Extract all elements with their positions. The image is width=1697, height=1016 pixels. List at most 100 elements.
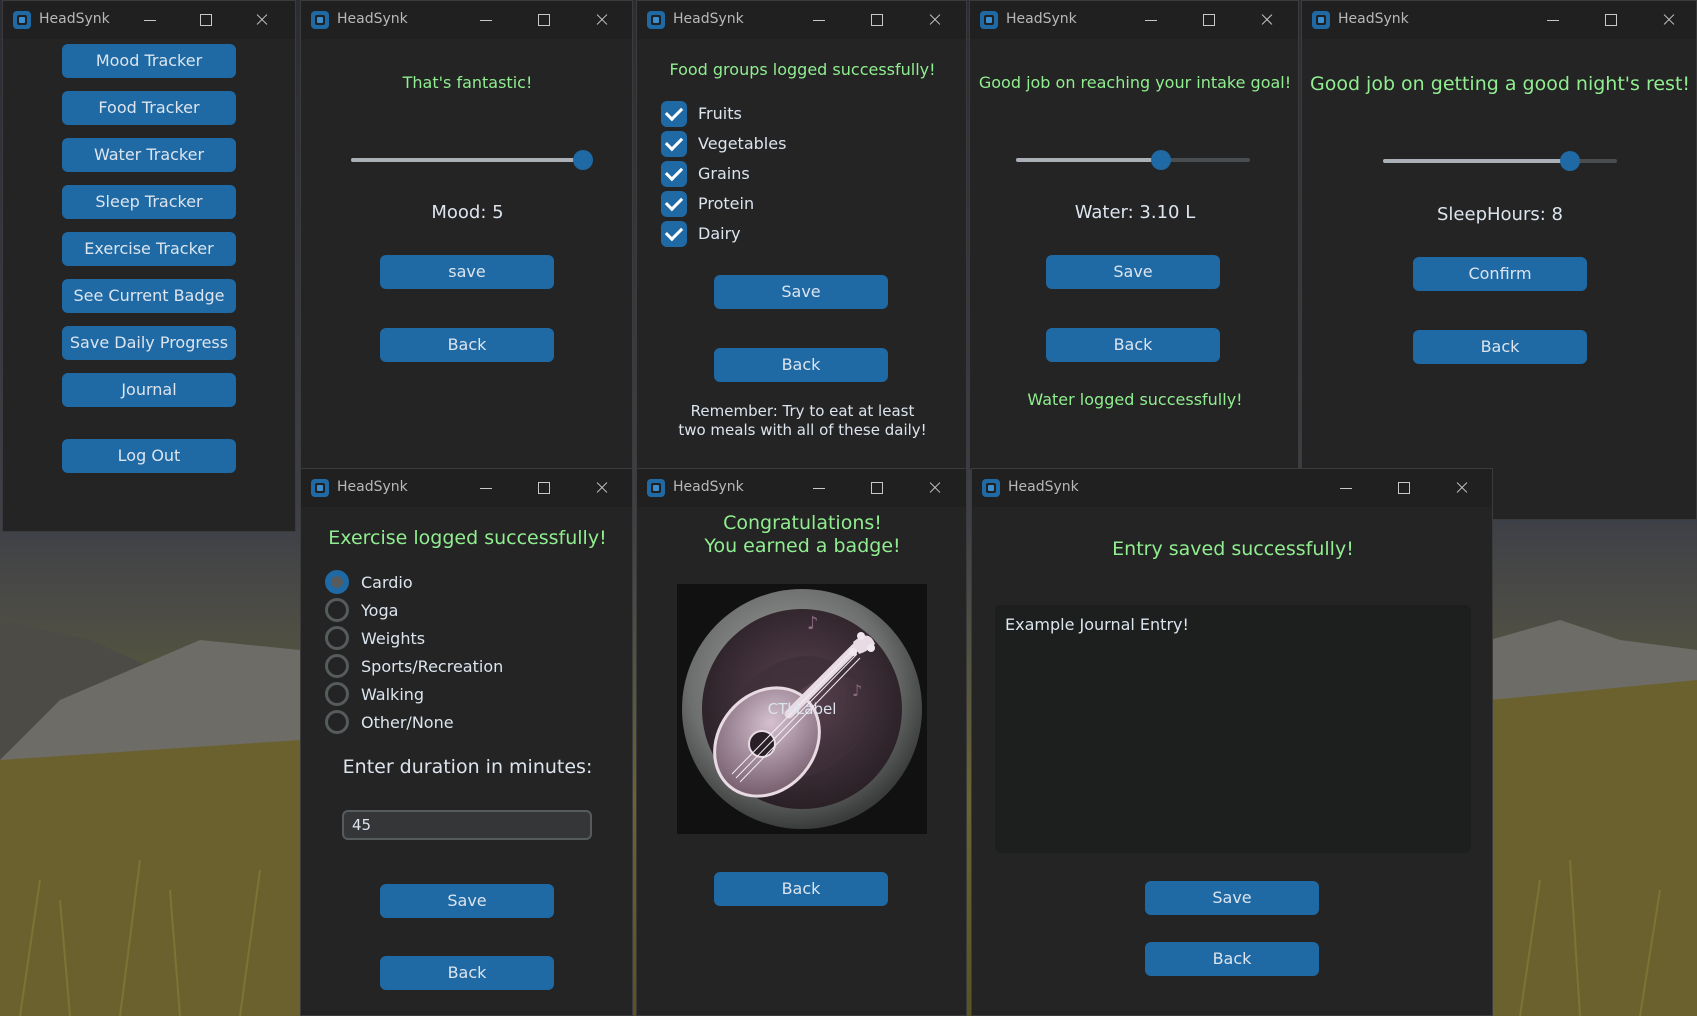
check-icon[interactable] xyxy=(661,161,687,187)
app-icon xyxy=(311,479,329,497)
minimize-icon[interactable] xyxy=(471,7,501,33)
slider-fill xyxy=(351,158,583,162)
minimize-icon[interactable] xyxy=(804,475,834,501)
app-icon xyxy=(647,479,665,497)
close-icon[interactable] xyxy=(247,7,277,33)
badge-message-line2: You earned a badge! xyxy=(704,535,901,557)
maximize-icon[interactable] xyxy=(1596,7,1626,33)
save-button[interactable]: Save xyxy=(380,884,554,918)
duration-label: Enter duration in minutes: xyxy=(342,756,593,778)
maximize-icon[interactable] xyxy=(1194,7,1224,33)
back-button[interactable]: Back xyxy=(1145,942,1319,976)
log-out-button[interactable]: Log Out xyxy=(62,439,236,473)
water-tracker-button[interactable]: Water Tracker xyxy=(62,138,236,172)
duration-input[interactable]: 45 xyxy=(342,810,592,840)
close-icon[interactable] xyxy=(1447,475,1477,501)
radio-icon[interactable] xyxy=(325,654,349,678)
close-icon[interactable] xyxy=(1252,7,1282,33)
badge-image: ♪ ♪ CTkLabel xyxy=(677,584,927,834)
save-button[interactable]: Save xyxy=(1046,255,1220,289)
title-bar[interactable]: HeadSynk xyxy=(972,469,1492,507)
window-title: HeadSynk xyxy=(673,11,744,27)
save-button[interactable]: Save xyxy=(1145,881,1319,915)
food-tracker-button[interactable]: Food Tracker xyxy=(62,91,236,125)
save-button[interactable]: Save xyxy=(714,275,888,309)
title-bar[interactable]: HeadSynk xyxy=(1302,1,1696,39)
radio-selected-icon[interactable] xyxy=(325,570,349,594)
maximize-icon[interactable] xyxy=(529,7,559,33)
title-bar[interactable]: HeadSynk xyxy=(970,1,1298,39)
check-icon[interactable] xyxy=(661,131,687,157)
checkbox-label: Grains xyxy=(698,164,750,183)
badge-caption: CTkLabel xyxy=(767,700,837,718)
window-title: HeadSynk xyxy=(39,11,110,27)
maximize-icon[interactable] xyxy=(191,7,221,33)
minimize-icon[interactable] xyxy=(135,7,165,33)
check-icon[interactable] xyxy=(661,101,687,127)
radio-icon[interactable] xyxy=(325,710,349,734)
exercise-tracker-button[interactable]: Exercise Tracker xyxy=(62,232,236,266)
save-button[interactable]: save xyxy=(380,255,554,289)
slider-knob[interactable] xyxy=(573,150,593,170)
slider-knob[interactable] xyxy=(1560,151,1581,171)
confirm-button[interactable]: Confirm xyxy=(1413,257,1587,291)
check-icon[interactable] xyxy=(661,221,687,247)
back-button[interactable]: Back xyxy=(1046,328,1220,362)
close-icon[interactable] xyxy=(587,475,617,501)
close-icon[interactable] xyxy=(920,7,950,33)
close-icon[interactable] xyxy=(587,7,617,33)
app-icon xyxy=(13,11,31,29)
sleep-slider[interactable] xyxy=(1383,151,1617,171)
water-message: Good job on reaching your intake goal! xyxy=(978,73,1292,92)
see-current-badge-button[interactable]: See Current Badge xyxy=(62,279,236,313)
app-icon xyxy=(311,11,329,29)
minimize-icon[interactable] xyxy=(1538,7,1568,33)
mood-tracker-button[interactable]: Mood Tracker xyxy=(62,44,236,78)
maximize-icon[interactable] xyxy=(1389,475,1419,501)
back-button[interactable]: Back xyxy=(714,872,888,906)
close-icon[interactable] xyxy=(1654,7,1684,33)
radio-icon[interactable] xyxy=(325,626,349,650)
radio-icon[interactable] xyxy=(325,598,349,622)
window-title: HeadSynk xyxy=(337,479,408,495)
badge-message-line1: Congratulations! xyxy=(723,512,882,534)
title-bar[interactable]: HeadSynk xyxy=(301,1,632,39)
checkbox-label: Vegetables xyxy=(698,134,787,153)
title-bar[interactable]: HeadSynk xyxy=(637,469,966,507)
slider-fill xyxy=(1383,159,1571,163)
minimize-icon[interactable] xyxy=(804,7,834,33)
sleep-tracker-button[interactable]: Sleep Tracker xyxy=(62,185,236,219)
title-bar[interactable]: HeadSynk xyxy=(637,1,966,39)
minimize-icon[interactable] xyxy=(1331,475,1361,501)
check-icon[interactable] xyxy=(661,191,687,217)
food-tracker-window: HeadSynk Food groups logged successfully… xyxy=(636,0,967,470)
mood-tracker-window: HeadSynk That's fantastic! Mood: 5 save … xyxy=(300,0,633,470)
mood-slider[interactable] xyxy=(351,150,593,170)
title-bar[interactable]: HeadSynk xyxy=(3,1,295,39)
slider-fill xyxy=(1016,158,1162,162)
close-icon[interactable] xyxy=(920,475,950,501)
window-title: HeadSynk xyxy=(1006,11,1077,27)
journal-button[interactable]: Journal xyxy=(62,373,236,407)
save-daily-progress-button[interactable]: Save Daily Progress xyxy=(62,326,236,360)
maximize-icon[interactable] xyxy=(529,475,559,501)
exercise-tracker-window: HeadSynk Exercise logged successfully! C… xyxy=(300,468,633,1016)
journal-message: Entry saved successfully! xyxy=(1112,538,1354,560)
maximize-icon[interactable] xyxy=(862,7,892,33)
maximize-icon[interactable] xyxy=(862,475,892,501)
app-icon xyxy=(647,11,665,29)
water-slider[interactable] xyxy=(1016,150,1250,170)
radio-icon[interactable] xyxy=(325,682,349,706)
back-button[interactable]: Back xyxy=(380,328,554,362)
slider-knob[interactable] xyxy=(1151,150,1172,170)
back-button[interactable]: Back xyxy=(1413,330,1587,364)
sleep-tracker-window: HeadSynk Good job on getting a good nigh… xyxy=(1301,0,1697,520)
minimize-icon[interactable] xyxy=(1136,7,1166,33)
minimize-icon[interactable] xyxy=(471,475,501,501)
back-button[interactable]: Back xyxy=(380,956,554,990)
title-bar[interactable]: HeadSynk xyxy=(301,469,632,507)
journal-entry-textbox[interactable]: Example Journal Entry! xyxy=(995,605,1471,853)
app-icon xyxy=(982,479,1000,497)
radio-label: Weights xyxy=(361,629,426,648)
back-button[interactable]: Back xyxy=(714,348,888,382)
